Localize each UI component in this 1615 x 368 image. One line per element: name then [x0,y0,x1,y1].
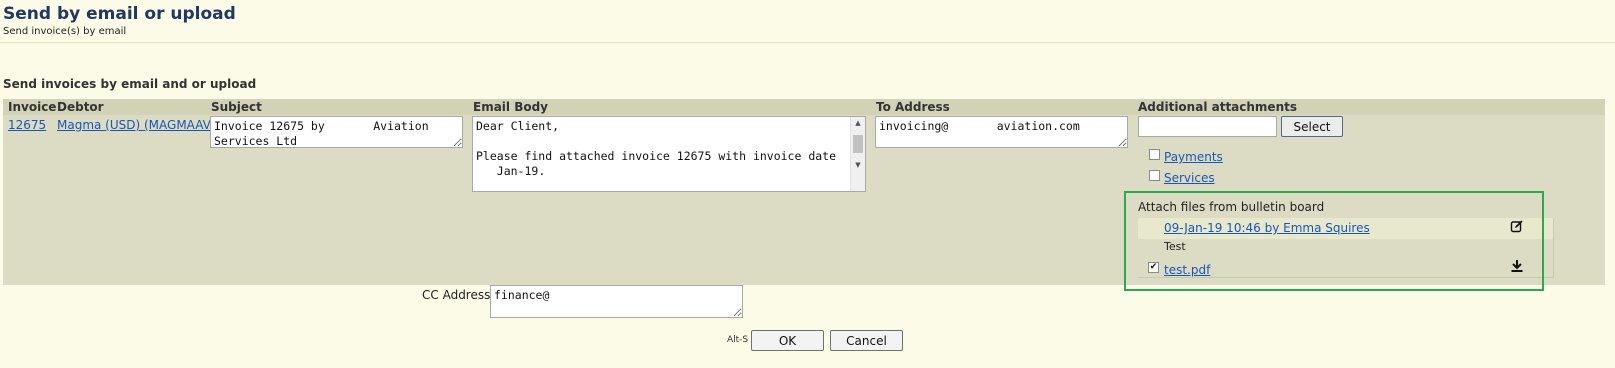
email-body-field[interactable] [472,116,866,192]
page-subtitle: Send invoice(s) by email [3,26,127,37]
bulletin-board-highlight [1124,191,1544,291]
column-header-invoice: Invoice [8,100,57,114]
column-header-debtor: Debtor [57,100,104,114]
column-header-to-address: To Address [876,100,950,114]
services-checkbox[interactable] [1149,170,1160,181]
scroll-up-icon[interactable]: ▲ [851,119,865,127]
subject-field[interactable] [210,116,463,148]
column-header-subject: Subject [211,100,262,114]
cancel-button[interactable]: Cancel [830,330,903,351]
scroll-thumb[interactable] [853,135,863,153]
invoice-link[interactable]: 12675 [8,118,46,132]
payments-link[interactable]: Payments [1164,150,1223,164]
hotkey-hint: Alt-S [727,335,749,345]
select-attachment-button[interactable]: Select [1281,116,1343,137]
cc-address-field[interactable] [490,285,743,318]
section-title: Send invoices by email and or upload [3,77,257,91]
email-body-wrapper: ▲ ▼ [472,116,866,192]
column-header-email-body: Email Body [473,100,549,114]
scroll-down-icon[interactable]: ▼ [851,161,865,169]
cc-address-label: CC Address: [422,288,495,302]
email-body-scrollbar[interactable]: ▲ ▼ [850,117,865,191]
page-title: Send by email or upload [3,4,236,24]
payments-checkbox[interactable] [1149,149,1160,160]
column-header-additional-attachments: Additional attachments [1138,100,1297,114]
ok-button[interactable]: OK [751,330,824,351]
to-address-field[interactable] [875,116,1128,148]
attachment-file-input[interactable] [1138,116,1277,137]
services-link[interactable]: Services [1164,171,1215,185]
debtor-link[interactable]: Magma (USD) (MAGMAAVI) [57,118,219,132]
header-divider [0,42,1615,43]
